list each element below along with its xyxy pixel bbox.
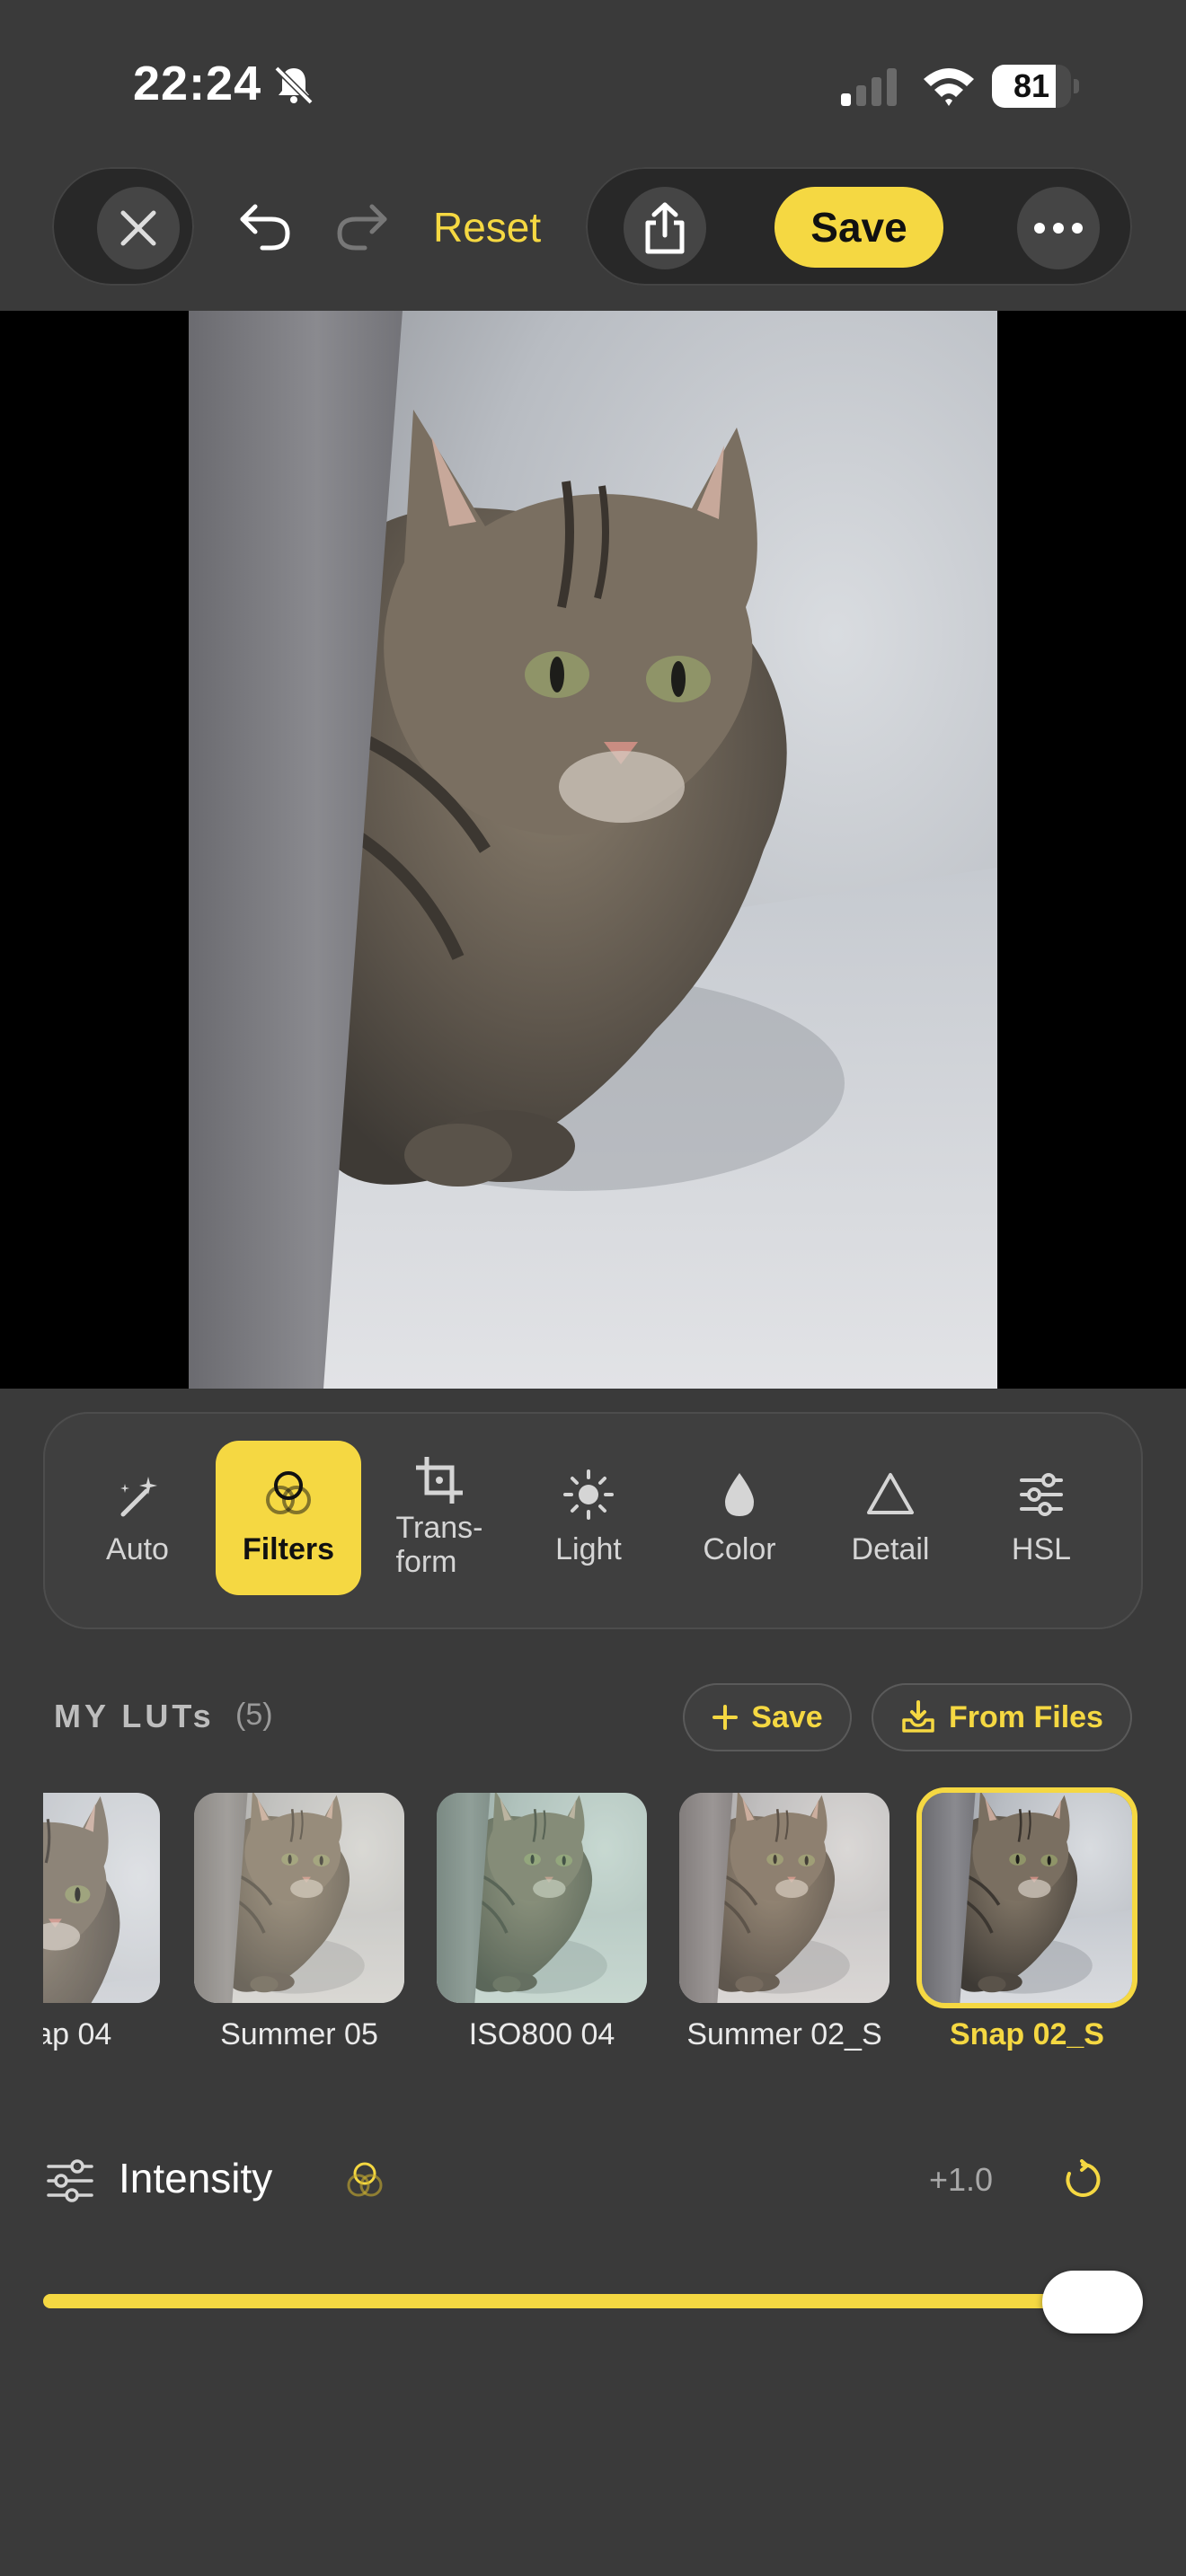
luts-section-title: MY LUTs [54, 1698, 215, 1734]
save-button[interactable]: Save [774, 187, 943, 268]
tool-transform[interactable]: Trans-form [367, 1441, 512, 1595]
redo-icon[interactable] [332, 196, 392, 255]
tool-label: Trans-form [395, 1511, 483, 1579]
luts-count: (5) [235, 1698, 273, 1732]
lut-thumb-summer-05[interactable] [194, 1793, 404, 2003]
tool-light[interactable]: Light [516, 1441, 661, 1595]
luts-carousel[interactable]: Snap 04 Summer 05 ISO800 04 Summer 02_S … [43, 1787, 1143, 2057]
adjust-sliders-icon [47, 2159, 93, 2202]
photo-preview[interactable] [189, 311, 997, 1389]
status-time: 22:24 [133, 57, 262, 110]
magic-wand-icon [120, 1477, 157, 1517]
lut-label-selected: Snap 02_S [950, 2017, 1104, 2051]
filters-icon [347, 2162, 383, 2197]
tool-detail[interactable]: Detail [818, 1441, 963, 1595]
share-button[interactable] [624, 187, 706, 269]
wifi-icon [924, 68, 974, 106]
close-icon [120, 210, 156, 246]
save-lut-button[interactable]: Save [683, 1683, 852, 1751]
sliders-icon [1020, 1473, 1063, 1516]
plus-icon [712, 1705, 739, 1730]
battery-indicator: 81 [992, 65, 1079, 108]
filters-icon [266, 1471, 311, 1514]
tool-label: Filters [242, 1532, 335, 1566]
tool-color[interactable]: Color [667, 1441, 812, 1595]
intensity-label: Intensity [119, 2155, 273, 2201]
intensity-value: +1.0 [929, 2161, 994, 2198]
tool-auto[interactable]: Auto [65, 1441, 210, 1595]
lut-label: Summer 02_S [686, 2017, 882, 2051]
lut-thumb-snap-04[interactable] [43, 1793, 160, 2003]
reset-button[interactable]: Reset [433, 203, 541, 251]
crop-icon [416, 1457, 463, 1504]
more-icon [1034, 223, 1083, 234]
tool-label: Detail [851, 1532, 930, 1566]
bell-muted-icon [274, 66, 314, 105]
reset-intensity-icon[interactable] [1062, 2159, 1103, 2201]
share-icon [645, 202, 685, 254]
save-lut-label: Save [751, 1699, 823, 1734]
drop-icon [725, 1473, 754, 1516]
lut-thumb-iso800-04[interactable] [437, 1793, 647, 2003]
intensity-slider-fill [43, 2294, 1093, 2308]
import-from-files-button[interactable]: From Files [872, 1683, 1132, 1751]
intensity-slider-thumb[interactable] [1042, 2271, 1143, 2333]
lut-thumb-snap-02s[interactable] [922, 1793, 1132, 2003]
lut-label: Summer 05 [220, 2017, 378, 2051]
tool-filters[interactable]: Filters [216, 1441, 361, 1595]
close-button[interactable] [97, 187, 180, 269]
tool-label: Auto [106, 1532, 169, 1566]
tool-label: Light [555, 1532, 622, 1566]
sun-icon [563, 1469, 614, 1520]
more-button[interactable] [1017, 187, 1100, 269]
lut-label: Snap 04 [43, 2017, 112, 2051]
lut-thumb-summer-02s[interactable] [679, 1793, 890, 2003]
undo-icon[interactable] [235, 196, 295, 255]
triangle-icon [867, 1473, 914, 1514]
tool-label: HSL [1011, 1532, 1072, 1566]
tool-label: Color [703, 1532, 776, 1566]
lut-label: ISO800 04 [468, 2017, 615, 2051]
tool-hsl[interactable]: HSL [969, 1441, 1114, 1595]
battery-level: 81 [1013, 67, 1050, 104]
from-files-label: From Files [949, 1699, 1103, 1734]
cellular-signal-icon [841, 68, 897, 106]
tray-import-icon [902, 1700, 934, 1733]
